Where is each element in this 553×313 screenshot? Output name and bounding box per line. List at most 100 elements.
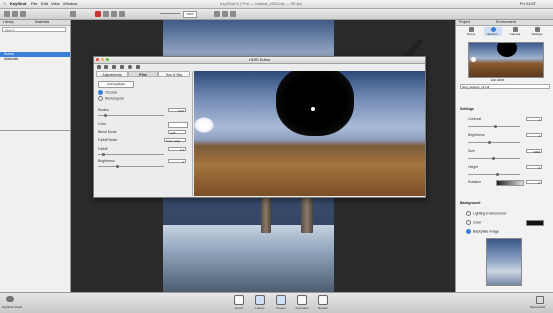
apple-icon[interactable]:  [3,1,6,7]
library-button[interactable]: Library [253,295,267,310]
tab-camera[interactable]: Camera [506,27,524,36]
zoom-slider[interactable] [160,13,180,14]
tab-settings[interactable]: Settings [528,27,546,36]
cpu-icon[interactable] [70,11,76,17]
open-icon[interactable] [97,65,101,69]
tab-environment[interactable]: Environ. [484,27,502,36]
keyshot-cloud-label[interactable]: KeyShot Cloud [2,305,22,309]
toolbar: 100% [0,9,553,20]
falloff-mode-select[interactable]: From edge [164,138,186,143]
import-icon [234,295,244,305]
close-window-icon[interactable] [4,11,10,17]
screenshot-label[interactable]: Screenshot [530,305,545,309]
clock: Fri 21:57 [520,1,536,6]
minimize-icon[interactable] [101,58,104,61]
hdri-thumbnail[interactable] [468,42,544,78]
grid-icon[interactable] [136,65,140,69]
cloud-icon[interactable] [6,296,14,302]
screenshot-icon[interactable] [536,296,544,304]
size-field[interactable]: 1000 [526,149,542,154]
contrast-field[interactable]: 1 [526,117,542,122]
brightness-field[interactable]: 1 [168,159,186,164]
bottom-bar: KeyShot Cloud Import Library Project Ani… [0,292,553,313]
minimize-icon[interactable] [12,11,18,17]
rotation-field[interactable]: 0 [526,180,542,185]
redo-icon[interactable] [120,65,124,69]
menu-file[interactable]: File [31,1,37,7]
black-pin-spot[interactable] [276,71,354,136]
radio-color[interactable]: Color [466,220,481,225]
save-icon[interactable] [104,65,108,69]
radio-rectangular[interactable]: Rectangular [98,96,124,101]
divider[interactable] [0,130,70,131]
geometry-icon[interactable] [222,11,228,17]
panel-subheader: Environment [496,20,516,24]
radius-slider[interactable] [98,114,164,117]
close-icon[interactable] [96,58,99,61]
rotation-dial[interactable] [496,180,524,186]
size-slider[interactable] [468,157,520,160]
radio-lighting-environment[interactable]: Lighting Environment [466,211,506,216]
add-highlight-button[interactable]: Add Highlight [98,81,134,88]
render-ground [163,225,334,292]
camera-icon[interactable] [119,11,125,17]
menu-window[interactable]: Window [63,1,77,7]
radius-field[interactable]: 20.0 [168,108,186,113]
menu-view[interactable]: View [51,1,60,7]
hdri-file-field[interactable]: field_daylight_v3.hdr [460,84,550,89]
light-pin-highlight[interactable] [194,117,214,133]
dialog-sidebar: Adjustments Pins Sun & Sky Add Highlight… [94,71,193,196]
turntable-icon[interactable] [111,11,117,17]
falloff-field[interactable]: 0.1 [168,147,186,152]
maximize-icon[interactable] [106,58,109,61]
brightness-field[interactable]: 1 [526,133,542,138]
render-icon[interactable] [214,11,220,17]
falloff-mode-label: Falloff Mode [98,138,118,142]
project-button[interactable]: Project [274,295,288,310]
tab-adjustments[interactable]: Adjustments [96,71,128,77]
radio-circular[interactable]: Circular [98,90,117,95]
keyshotxr-icon[interactable] [230,11,236,17]
dialog-title[interactable]: HDRI Editor [94,57,425,64]
blend-mode-select[interactable]: Add [168,130,186,135]
brightness-slider[interactable] [468,141,520,144]
menu-edit[interactable]: Edit [41,1,48,7]
section-settings[interactable]: Settings [460,107,474,111]
contrast-slider[interactable] [468,125,520,128]
dialog-toolbar [94,64,194,70]
brightness-label: Brightness [98,159,115,163]
sphere-view-icon[interactable] [128,65,132,69]
import-button[interactable]: Import [232,295,246,310]
tab-pins[interactable]: Pins [128,71,158,77]
window-title: KeyShot 5.2 Pro — tutorial_v001.bip — 99… [220,1,302,6]
search-input[interactable] [2,27,66,32]
radio-backplate-image[interactable]: Backplate Image [466,229,499,234]
pin-handle-icon[interactable] [311,107,315,111]
list-item[interactable]: Materials [0,57,70,62]
undo-icon[interactable] [112,65,116,69]
hdri-canvas[interactable] [194,71,425,196]
render-button[interactable]: Render [316,295,330,310]
edit-hdri-link[interactable]: Edit HDRI [491,78,504,82]
tab-sun-sky[interactable]: Sun & Sky [158,71,190,77]
background-color-swatch[interactable] [526,220,544,226]
zoom-field[interactable]: 100% [183,11,197,18]
height-field[interactable]: 0 [526,165,542,170]
performance-icon[interactable] [103,11,109,17]
tab-scene[interactable]: Scene [462,27,480,36]
tab-library[interactable]: Library [3,20,14,25]
falloff-slider[interactable] [98,153,164,156]
project-icon [276,295,286,305]
model-leg-right [301,195,313,233]
brightness-slider[interactable] [98,165,164,168]
animation-icon [297,295,307,305]
color-swatch[interactable] [168,122,188,128]
animation-button[interactable]: Animation [295,295,309,310]
backplate-thumbnail[interactable] [486,238,522,286]
height-slider[interactable] [468,173,520,176]
tab-materials[interactable]: Materials [35,20,49,25]
workspace-icon[interactable] [20,11,26,17]
app-menu[interactable]: KeyShot [10,1,26,7]
section-background[interactable]: Background [460,201,480,205]
pause-icon[interactable] [95,11,101,17]
